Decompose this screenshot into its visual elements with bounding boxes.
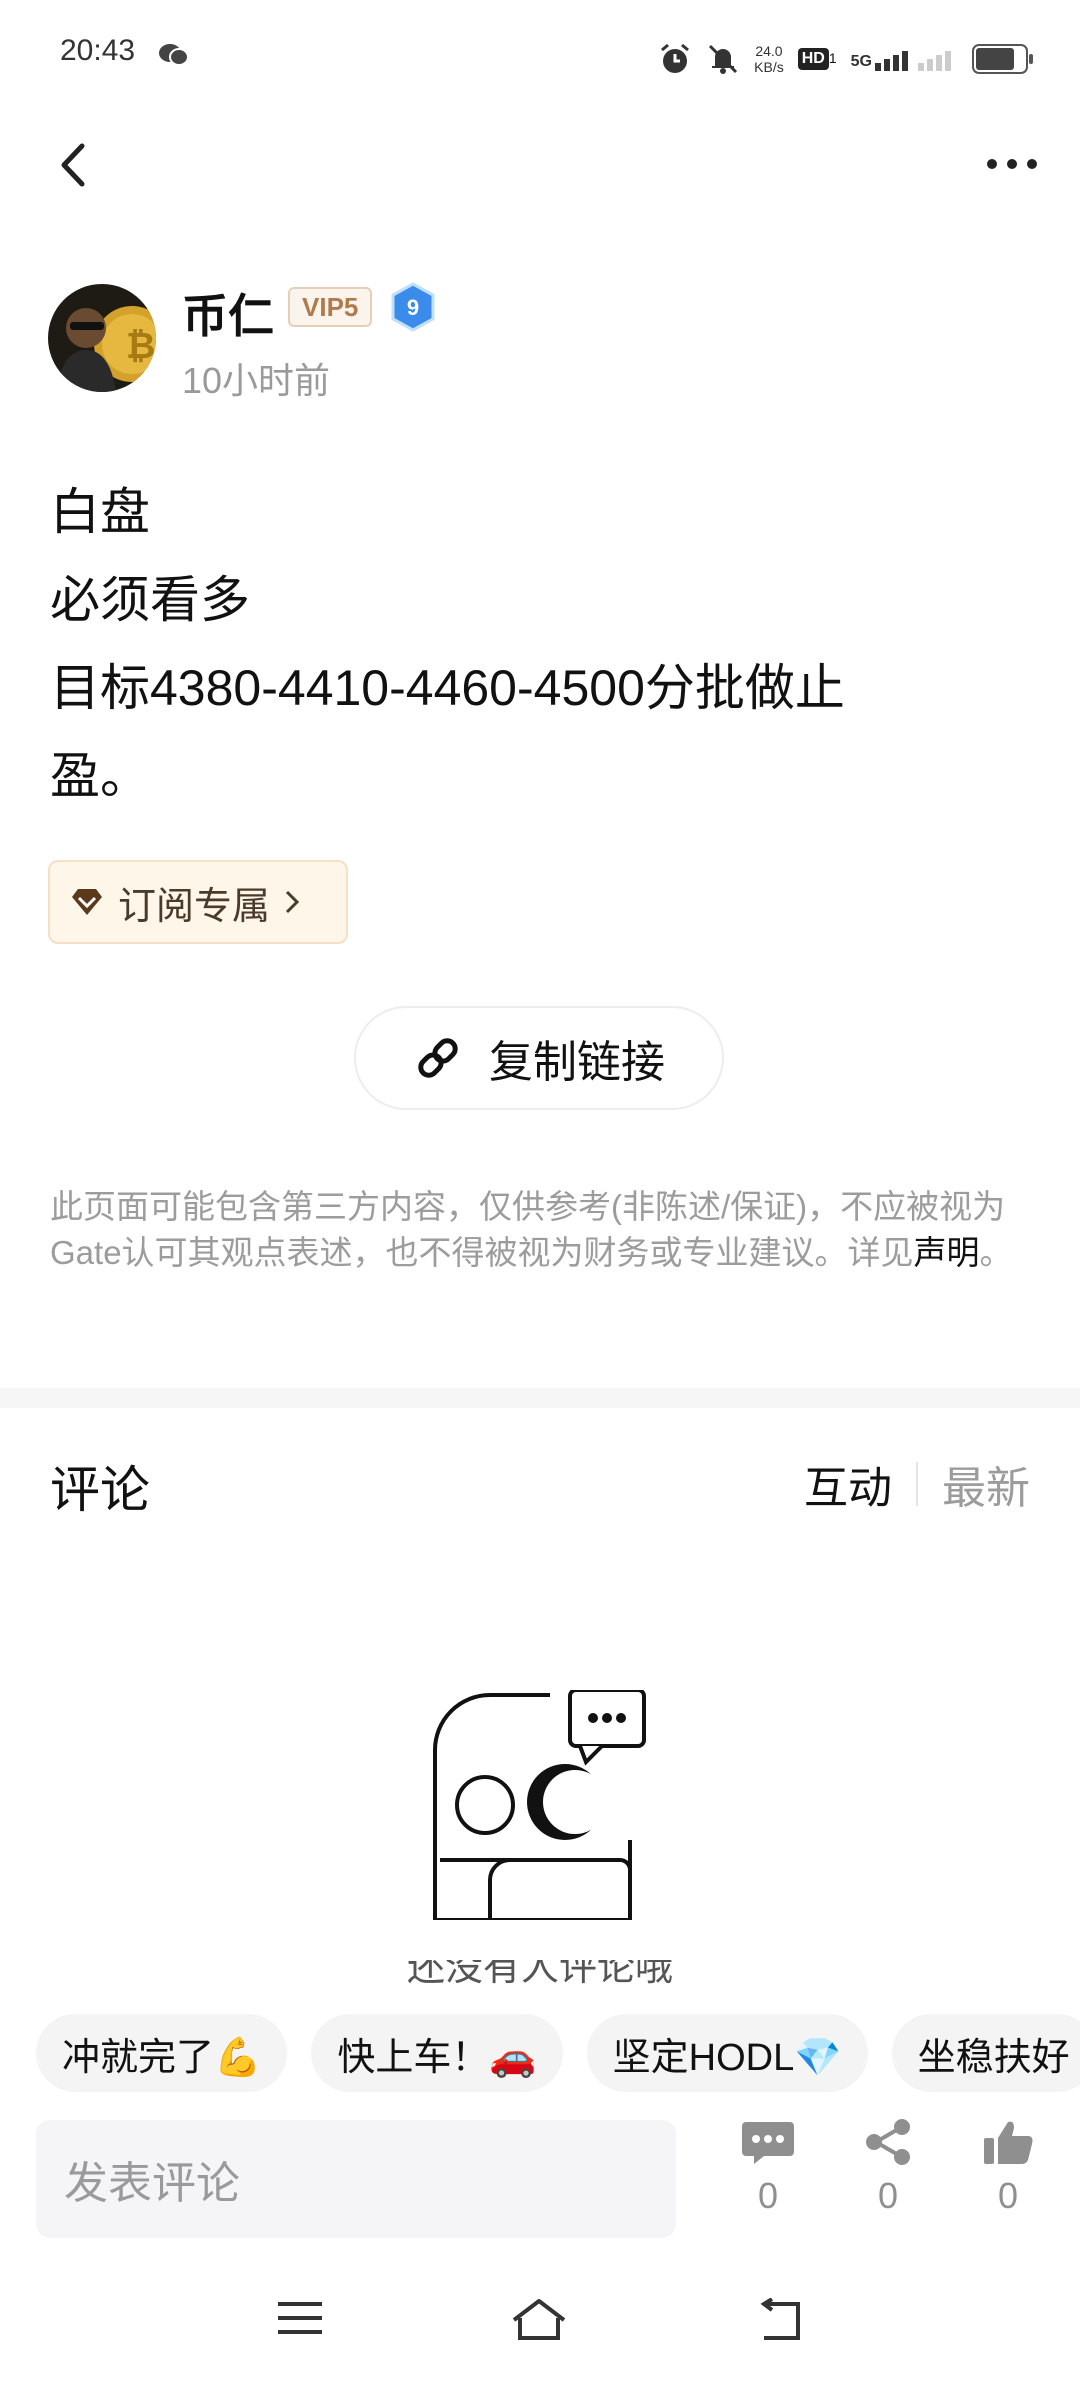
diamond-icon (72, 889, 102, 915)
back-arrow-icon[interactable] (54, 140, 94, 190)
wechat-icon (159, 44, 189, 66)
subscribe-label: 订阅专属 (118, 885, 271, 928)
status-bar: 20:43 24.0 KB/s HD 1 5G (0, 0, 1080, 110)
mute-icon (709, 44, 738, 74)
back-nav-icon[interactable] (754, 2298, 804, 2342)
author-name[interactable]: 币仁 (182, 280, 274, 346)
post-content: 白盘 必须看多 目标4380-4410-4460-4500分批做止 盈。 (50, 468, 1030, 820)
comment-action[interactable]: 0 (728, 2118, 808, 2217)
signal-icon-2 (918, 51, 951, 71)
signal-5g: 5G (851, 47, 958, 71)
quick-reply-row: 冲就完了💪 快上车！🚗 坚定HODL💎 坐稳扶好 (0, 2010, 1080, 2098)
battery-icon (972, 44, 1033, 74)
menu-icon[interactable] (276, 2298, 324, 2338)
svg-text:₿: ₿ (126, 325, 155, 366)
post-line: 白盘 (50, 484, 150, 540)
network-speed: 24.0 KB/s (754, 43, 784, 75)
comment-bubble-icon (742, 2122, 794, 2164)
sort-separator (916, 1462, 918, 1506)
status-time: 20:43 (60, 34, 136, 67)
vip-badge: VIP5 (288, 287, 373, 327)
level-badge-icon: 9 (391, 282, 435, 332)
post-line: 目标4380-4410-4460-4500分批做止 (50, 660, 845, 716)
copy-link-button[interactable]: 复制链接 (354, 1006, 724, 1110)
sort-interactive-tab[interactable]: 互动 (804, 1452, 892, 1516)
link-icon (418, 1038, 458, 1078)
thumbs-up-icon (984, 2121, 1033, 2164)
share-count: 0 (877, 2175, 899, 2216)
signal-icon (875, 51, 908, 71)
sort-latest-tab[interactable]: 最新 (942, 1452, 1030, 1516)
quick-reply-chip[interactable]: 快上车！🚗 (311, 2014, 563, 2092)
empty-comments-illustration (433, 1690, 646, 1920)
subscribe-exclusive-button[interactable]: 订阅专属 (48, 860, 348, 944)
quick-reply-chip[interactable]: 冲就完了💪 (36, 2014, 288, 2092)
share-icon (866, 2119, 910, 2165)
like-action[interactable]: 0 (968, 2118, 1048, 2217)
copy-link-label: 复制链接 (489, 1038, 665, 1087)
bottom-action-bar: 发表评论 0 0 0 (0, 2110, 1080, 2260)
hd-indicator: HD 1 (797, 48, 837, 70)
section-divider (0, 1388, 1080, 1408)
system-navigation-bar (0, 2270, 1080, 2388)
post-line: 盈。 (50, 748, 150, 804)
share-action[interactable]: 0 (848, 2118, 928, 2217)
more-dots-icon[interactable] (984, 150, 1040, 178)
disclaimer: 此页面可能包含第三方内容，仅供参考(非陈述/保证)，不应被视为Gate认可其观点… (50, 1188, 1013, 1271)
statement-link[interactable]: 声明 (914, 1234, 980, 1271)
like-count: 0 (997, 2175, 1019, 2216)
post-time: 10小时前 (182, 360, 331, 401)
chevron-right-icon (285, 890, 300, 914)
svg-text:9: 9 (407, 295, 419, 320)
comment-count: 0 (757, 2175, 779, 2216)
quick-reply-chip[interactable]: 坐稳扶好 (891, 2014, 1080, 2092)
comments-title: 评论 (50, 1462, 150, 1518)
alarm-icon (661, 43, 690, 73)
empty-comments-text: 还没有人评论哦 (406, 1960, 673, 1989)
quick-reply-chip[interactable]: 坚定HODL💎 (586, 2014, 868, 2092)
home-icon[interactable] (510, 2298, 568, 2342)
post-line: 必须看多 (50, 572, 250, 628)
avatar[interactable]: ₿ (48, 284, 156, 392)
comment-sort-tabs: 互动 最新 (804, 1452, 1030, 1516)
comment-input[interactable]: 发表评论 (36, 2120, 676, 2238)
status-icons: 24.0 KB/s HD 1 5G (658, 36, 1033, 82)
